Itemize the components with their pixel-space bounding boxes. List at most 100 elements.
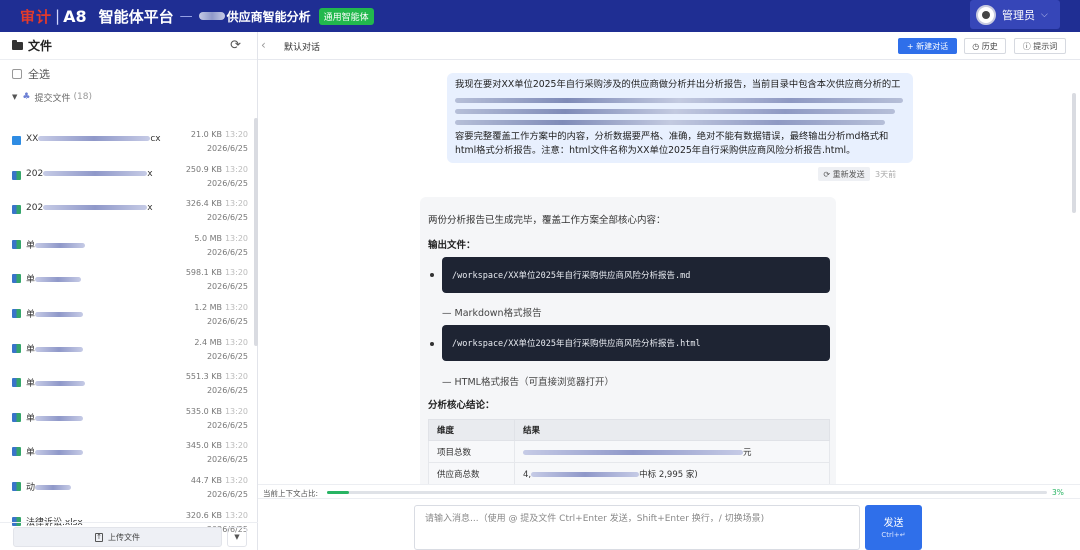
- user-message-line: 容要完整覆盖工作方案中的内容，分析数据要严格、准确，绝对不能有数据错误，最终输出…: [455, 131, 889, 142]
- file-date: 2026/6/25: [206, 455, 248, 465]
- file-item[interactable]: 动 44.7 KB 13:20 2026/6/25: [0, 470, 258, 505]
- file-name: 202 x: [26, 203, 153, 213]
- html-note: — HTML格式报告（可直接浏览器打开）: [442, 377, 614, 388]
- file-size: 250.9 KB: [185, 164, 222, 174]
- file-date: 2026/6/25: [206, 178, 248, 188]
- file-size: 598.1 KB: [185, 268, 222, 278]
- main-panel: ‹ 默认对话 + 新建对话 ◷ 历史 ⓘ 提示词 我现在要对XX单位2025年自…: [258, 32, 1080, 550]
- app-title: 智能体平台: [98, 7, 174, 26]
- group-folder-icon: ♣: [22, 92, 31, 102]
- word-file-icon: [12, 136, 21, 145]
- history-button[interactable]: ◷ 历史: [964, 38, 1006, 54]
- context-usage-bar: 当前上下文占比: 3%: [258, 484, 1080, 498]
- app-header: 审计 | A8 智能体平台 — 供应商智能分析 通用智能体 管理员 ⌵: [0, 0, 1080, 32]
- redacted-text: [455, 120, 885, 125]
- chat-scrollbar[interactable]: [1072, 93, 1076, 213]
- file-extension: cx: [150, 134, 161, 144]
- file-name: 动: [26, 480, 72, 493]
- excel-file-icon: [12, 205, 21, 215]
- user-menu[interactable]: 管理员 ⌵: [970, 0, 1060, 29]
- bullet: [430, 273, 434, 277]
- excel-file-icon: [12, 343, 21, 353]
- md-path-code[interactable]: /workspace/XX单位2025年自行采购供应商风险分析报告.md: [442, 257, 830, 293]
- collapse-sidebar-icon[interactable]: ‹: [261, 38, 266, 52]
- chat-area: 我现在要对XX单位2025年自行采购涉及的供应商做分析并出分析报告，当前目录中包…: [258, 61, 1080, 484]
- html-path-code[interactable]: /workspace/XX单位2025年自行采购供应商风险分析报告.html: [442, 325, 830, 361]
- user-message: 我现在要对XX单位2025年自行采购涉及的供应商做分析并出分析报告，当前目录中包…: [447, 73, 913, 163]
- redacted-text: [35, 381, 86, 387]
- file-name-text: 单: [26, 309, 36, 320]
- select-all-row[interactable]: 全选: [0, 60, 257, 88]
- file-item[interactable]: 单 2.4 MB 13:20 2026/6/25: [0, 332, 258, 367]
- file-date: 2026/6/25: [206, 351, 248, 361]
- file-item[interactable]: 单 535.0 KB 13:20 2026/6/25: [0, 401, 258, 436]
- file-time: 13:20: [224, 372, 248, 382]
- table-row: 项目总数 元: [428, 440, 830, 463]
- file-item[interactable]: 单 551.3 KB 13:20 2026/6/25: [0, 366, 258, 401]
- excel-file-icon: [12, 274, 21, 284]
- file-name-text: 单: [26, 240, 36, 251]
- file-item[interactable]: 单 345.0 KB 13:20 2026/6/25: [0, 435, 258, 470]
- excel-file-icon: [12, 378, 21, 388]
- table-cell: 供应商总数: [428, 462, 515, 484]
- file-item[interactable]: XX cx 21.0 KB 13:20 2026/6/25: [0, 124, 258, 159]
- refresh-icon[interactable]: ⟳: [230, 38, 241, 53]
- sidebar-header: 文件 ⟳: [0, 32, 257, 60]
- avatar: [976, 4, 996, 25]
- conclusion-table: 维度 结果 项目总数 元 供应商总数 4, 中标 2,995 家): [428, 419, 830, 484]
- title-dash: —: [179, 8, 193, 24]
- file-item[interactable]: 单 1.2 MB 13:20 2026/6/25: [0, 297, 258, 332]
- excel-file-icon: [12, 308, 21, 318]
- prompt-hint-button[interactable]: ⓘ 提示词: [1014, 38, 1066, 54]
- file-group-header[interactable]: ▼ ♣ 提交文件 (18): [0, 88, 257, 106]
- message-time: 3天前: [875, 170, 897, 179]
- send-shortcut: Ctrl+↵: [881, 531, 906, 539]
- output-files-heading: 输出文件：: [428, 240, 476, 251]
- logo-separator: |: [55, 7, 61, 25]
- file-name: 单: [26, 272, 82, 285]
- file-date: 2026/6/25: [206, 316, 248, 326]
- user-message-line: html格式分析报告。注意：html文件名称为XX单位2025年自行采购供应商风…: [455, 145, 856, 156]
- caret-down-icon: ▼: [12, 93, 18, 101]
- context-percent: 3%: [1052, 488, 1064, 497]
- select-all-checkbox[interactable]: [12, 69, 22, 79]
- redacted-text: [43, 170, 148, 176]
- new-chat-button[interactable]: + 新建对话: [898, 38, 957, 54]
- resend-button[interactable]: ⟳ 重新发送: [818, 167, 870, 181]
- page-subtitle-text: 供应商智能分析: [226, 9, 311, 24]
- upload-button[interactable]: ↑ 上传文件: [13, 527, 222, 547]
- bullet: [430, 342, 434, 346]
- logo-mark: 审计: [20, 7, 53, 26]
- cell-unit: 元: [743, 447, 752, 458]
- user-name: 管理员: [1002, 8, 1035, 22]
- send-button[interactable]: 发送 Ctrl+↵: [865, 505, 922, 550]
- redacted-text: [198, 12, 225, 20]
- conclusion-heading: 分析核心结论：: [428, 400, 495, 411]
- file-date: 2026/6/25: [206, 420, 248, 430]
- file-sidebar: 文件 ⟳ 全选 ▼ ♣ 提交文件 (18) XX cx 21.0 KB 13:20 20…: [0, 32, 258, 550]
- file-item[interactable]: 单 598.1 KB 13:20 2026/6/25: [0, 262, 258, 297]
- chat-topbar: ‹ 默认对话 + 新建对话 ◷ 历史 ⓘ 提示词: [258, 32, 1080, 60]
- file-item[interactable]: 单 5.0 MB 13:20 2026/6/25: [0, 228, 258, 263]
- file-name: 单: [26, 307, 84, 320]
- excel-file-icon: [12, 239, 21, 249]
- table-header: 结果: [514, 419, 830, 441]
- upload-icon: ↑: [95, 532, 103, 542]
- file-item[interactable]: 202 x 326.4 KB 13:20 2026/6/25: [0, 193, 258, 228]
- file-item[interactable]: 202 x 250.9 KB 13:20 2026/6/25: [0, 159, 258, 194]
- chevron-down-icon: ⌵: [1041, 9, 1048, 20]
- file-name-text: 单: [26, 344, 36, 355]
- upload-bar: ↑ 上传文件 ▼: [0, 522, 258, 550]
- redacted-text: [35, 311, 84, 317]
- redacted-text: [35, 450, 84, 456]
- folder-icon: [12, 39, 23, 50]
- upload-more-button[interactable]: ▼: [227, 527, 247, 547]
- table-header-row: 维度 结果: [428, 419, 830, 441]
- message-input[interactable]: [414, 505, 860, 550]
- redacted-text: [35, 242, 86, 248]
- redacted-text: [531, 471, 640, 477]
- file-date: 2026/6/25: [206, 489, 248, 499]
- composer: 发送 Ctrl+↵: [258, 498, 1080, 550]
- file-date: 2026/6/25: [206, 247, 248, 257]
- redacted-text: [35, 346, 84, 352]
